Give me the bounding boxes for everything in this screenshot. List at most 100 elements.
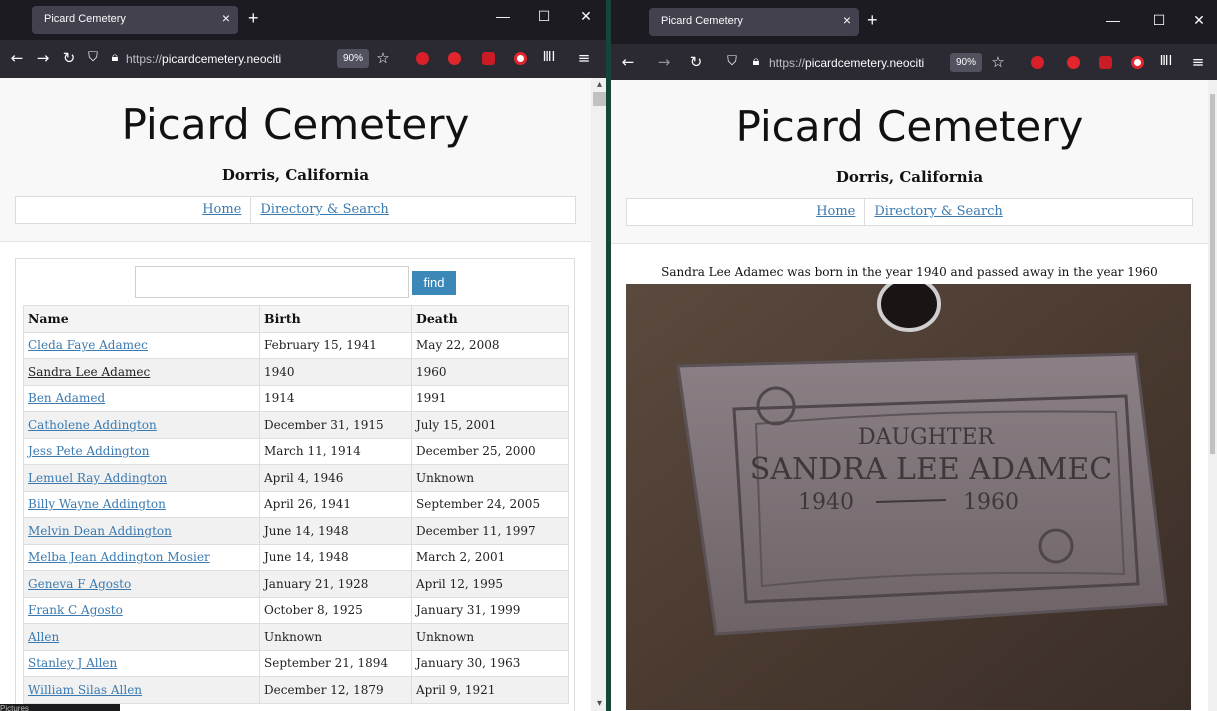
person-link[interactable]: Lemuel Ray Addington	[28, 471, 167, 485]
table-row: Frank C Agosto October 8, 1925 January 31,…	[23, 596, 569, 624]
zoom-level[interactable]: 90%	[950, 53, 982, 72]
vase-hole	[877, 284, 941, 332]
death-cell: September 24, 2005	[411, 490, 569, 518]
close-window-icon[interactable]: ✕	[1191, 12, 1207, 29]
reload-icon[interactable]: ↻	[60, 49, 78, 67]
table-row: Lemuel Ray Addington April 4, 1946 Unknown	[23, 464, 569, 492]
url-bar[interactable]: https://picardcemetery.neociti	[126, 52, 334, 66]
ublock-icon[interactable]	[416, 52, 429, 65]
death-cell: April 12, 1995	[411, 570, 569, 598]
column-header-name: Name	[23, 305, 260, 333]
browser-window-left: Picard Cemetery × + — ☐ ✕ ← → ↻ ⛉ 🔒︎ htt…	[0, 0, 608, 711]
bookmark-ext-icon[interactable]	[1099, 56, 1112, 69]
bookmark-star-icon[interactable]: ☆	[374, 49, 392, 67]
new-tab-icon[interactable]: +	[248, 8, 259, 29]
column-header-death: Death	[411, 305, 569, 333]
headstone-photo: DAUGHTER SANDRA LEE ADAMEC 1940 1960	[626, 284, 1191, 710]
death-cell: Unknown	[411, 623, 569, 651]
headstone-death: 1960	[963, 490, 1019, 515]
death-cell: July 15, 2001	[411, 411, 569, 439]
site-subtitle: Dorris, California	[221, 166, 370, 184]
person-link[interactable]: Catholene Addington	[28, 418, 157, 432]
minimize-icon[interactable]: —	[1105, 12, 1121, 28]
bookmark-star-icon[interactable]: ☆	[989, 53, 1007, 71]
person-link[interactable]: Melba Jean Addington Mosier	[28, 550, 210, 564]
tab-title: Picard Cemetery	[44, 13, 126, 25]
minimize-icon[interactable]: —	[495, 8, 511, 24]
birth-cell: April 4, 1946	[259, 464, 412, 492]
scrollbar[interactable]	[1208, 80, 1217, 711]
forward-icon[interactable]: →	[655, 53, 673, 71]
find-button[interactable]: find	[412, 271, 456, 295]
death-cell: January 31, 1999	[411, 596, 569, 624]
death-cell: December 11, 1997	[411, 517, 569, 545]
tab-title: Picard Cemetery	[661, 15, 743, 27]
table-row: Melba Jean Addington Mosier June 14, 1948…	[23, 543, 569, 571]
lock-icon[interactable]: 🔒︎	[747, 53, 765, 71]
person-link[interactable]: Billy Wayne Addington	[28, 497, 166, 511]
library-icon[interactable]: ⅢⅠ	[1157, 53, 1175, 71]
maximize-icon[interactable]: ☐	[536, 8, 552, 25]
nav-home-link[interactable]: Home	[807, 199, 864, 225]
youtube-ext-icon[interactable]	[1067, 56, 1080, 69]
tab-close-icon[interactable]: ×	[843, 12, 851, 28]
person-link[interactable]: Stanley J Allen	[28, 656, 117, 670]
maximize-icon[interactable]: ☐	[1151, 12, 1167, 29]
person-link[interactable]: Cleda Faye Adamec	[28, 338, 148, 352]
scroll-thumb[interactable]	[593, 92, 606, 106]
page-directory: Picard Cemetery Dorris, California Home D…	[0, 78, 591, 711]
reload-icon[interactable]: ↻	[687, 53, 705, 71]
close-window-icon[interactable]: ✕	[578, 8, 594, 25]
library-icon[interactable]: ⅢⅠ	[540, 49, 558, 67]
site-nav: Home Directory & Search	[15, 196, 576, 224]
new-tab-icon[interactable]: +	[867, 10, 878, 31]
record-ext-icon[interactable]	[514, 52, 527, 65]
tab-close-icon[interactable]: ×	[222, 10, 230, 26]
nav-directory-link[interactable]: Directory & Search	[864, 199, 1011, 225]
shield-icon[interactable]: ⛉	[723, 53, 741, 71]
birth-cell: 1914	[259, 384, 412, 412]
site-header: Picard Cemetery Dorris, California Home D…	[611, 80, 1208, 244]
death-cell: 1960	[411, 358, 569, 386]
menu-icon[interactable]: ≡	[575, 49, 593, 67]
scroll-thumb[interactable]	[1210, 94, 1215, 454]
headstone-line1: DAUGHTER	[858, 425, 996, 450]
table-row: Cleda Faye Adamec February 15, 1941 May 22…	[23, 331, 569, 359]
search-input[interactable]	[135, 266, 409, 298]
person-link[interactable]: Jess Pete Addington	[28, 444, 149, 458]
site-title: Picard Cemetery	[735, 102, 1084, 151]
birth-cell: 1940	[259, 358, 412, 386]
menu-icon[interactable]: ≡	[1189, 53, 1207, 71]
person-link[interactable]: Sandra Lee Adamec	[28, 365, 150, 379]
forward-icon[interactable]: →	[34, 49, 52, 67]
tab-picard-cemetery[interactable]: Picard Cemetery ×	[32, 6, 238, 34]
birth-cell: Unknown	[259, 623, 412, 651]
lock-icon[interactable]: 🔒︎	[106, 49, 124, 67]
site-title: Picard Cemetery	[121, 100, 470, 149]
shield-icon[interactable]: ⛉	[84, 49, 102, 67]
person-link[interactable]: Geneva F Agosto	[28, 577, 131, 591]
bookmark-ext-icon[interactable]	[482, 52, 495, 65]
nav-bar: ← → ↻ ⛉ 🔒︎ https://picardcemetery.neocit…	[0, 40, 608, 78]
person-link[interactable]: Allen	[28, 630, 59, 644]
table-row: Allen Unknown Unknown	[23, 623, 569, 651]
back-icon[interactable]: ←	[8, 49, 26, 67]
tab-picard-cemetery[interactable]: Picard Cemetery ×	[649, 8, 859, 36]
table-row: Ben Adamed 1914 1991	[23, 384, 569, 412]
record-ext-icon[interactable]	[1131, 56, 1144, 69]
person-link[interactable]: Frank C Agosto	[28, 603, 123, 617]
person-link[interactable]: Ben Adamed	[28, 391, 105, 405]
death-cell: April 9, 1921	[411, 676, 569, 704]
url-bar[interactable]: https://picardcemetery.neociti	[769, 56, 947, 70]
back-icon[interactable]: ←	[619, 53, 637, 71]
table-row: Billy Wayne Addington April 26, 1941 Septe…	[23, 490, 569, 518]
person-link[interactable]: William Silas Allen	[28, 683, 142, 697]
headstone-birth: 1940	[798, 490, 854, 515]
taskbar-pictures: Pictures	[0, 704, 120, 711]
ublock-icon[interactable]	[1031, 56, 1044, 69]
nav-directory-link[interactable]: Directory & Search	[250, 197, 397, 223]
nav-home-link[interactable]: Home	[193, 197, 250, 223]
zoom-level[interactable]: 90%	[337, 49, 369, 68]
youtube-ext-icon[interactable]	[448, 52, 461, 65]
person-link[interactable]: Melvin Dean Addington	[28, 524, 172, 538]
